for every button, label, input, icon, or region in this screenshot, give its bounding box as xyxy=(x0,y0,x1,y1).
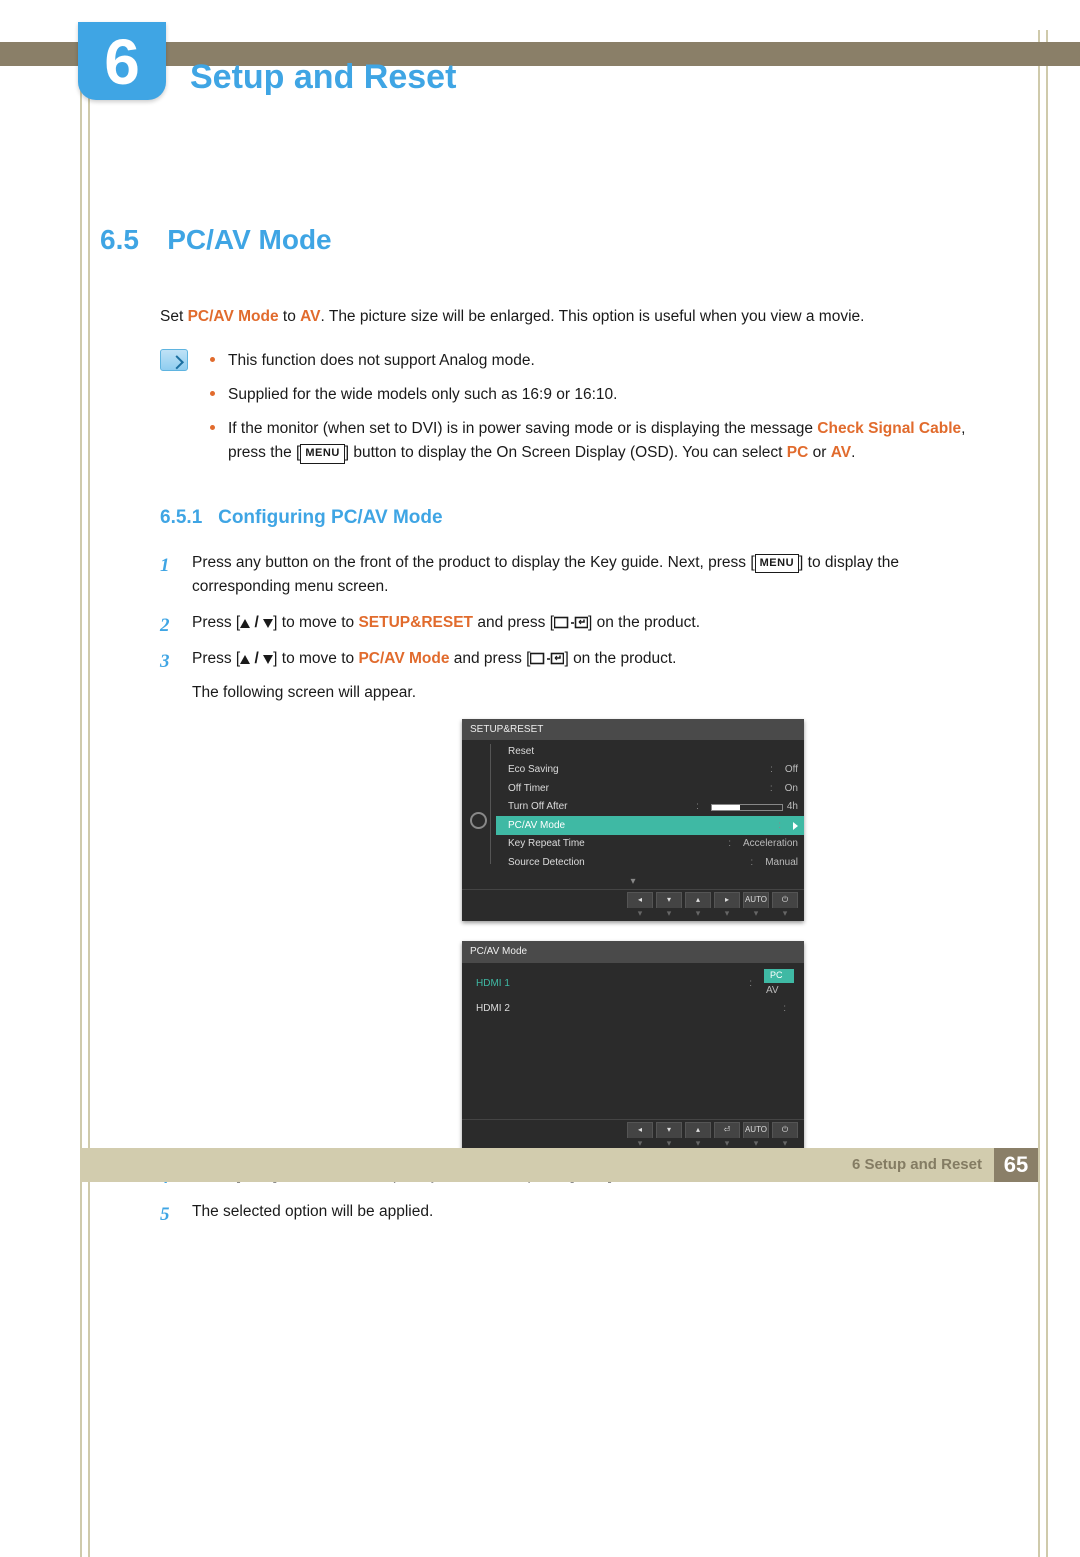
pcav-keyword: PC/AV Mode xyxy=(188,308,279,325)
osd-row: HDMI 1 :PCAV xyxy=(472,967,804,1000)
step-item: 3 Press [ / ] to move to PC/AV Mode and … xyxy=(160,647,985,1152)
step-item: 1 Press any button on the front of the p… xyxy=(160,551,985,599)
chapter-title: Setup and Reset xyxy=(190,58,456,97)
osd-row: Reset xyxy=(496,742,804,761)
osd-row-label: Off Timer xyxy=(508,781,549,797)
osd-screenshot-pcavmode: PC/AV Mode HDMI 1:PCAVHDMI 2: ◂▾▴⏎AUTO⏻ … xyxy=(462,941,804,1151)
osd-softkey: ▾ xyxy=(656,892,682,908)
step-item: 5 The selected option will be applied. xyxy=(160,1200,985,1224)
step-number: 5 xyxy=(160,1200,170,1229)
osd-softkey: ⏎ xyxy=(714,1122,740,1138)
section-title: PC/AV Mode xyxy=(167,224,331,255)
intro-paragraph: Set PC/AV Mode to AV. The picture size w… xyxy=(160,305,985,329)
osd-row-value: :PCAV xyxy=(749,968,794,999)
osd-screenshot-setupreset: SETUP&RESET ResetEco Saving:OffOff Timer… xyxy=(462,719,804,922)
down-icon xyxy=(263,619,273,628)
step-number: 3 xyxy=(160,647,170,676)
av-keyword: AV xyxy=(300,308,320,325)
page-number: 65 xyxy=(994,1148,1038,1182)
osd-title: PC/AV Mode xyxy=(462,941,804,963)
osd-softkey: ⏻ xyxy=(772,1122,798,1138)
osd-softkey: ▸ xyxy=(714,892,740,908)
osd-softkey: ⏻ xyxy=(772,892,798,908)
step-note: The following screen will appear. xyxy=(192,681,985,705)
pcavmode-keyword: PC/AV Mode xyxy=(358,650,449,667)
note-block: This function does not support Analog mo… xyxy=(160,349,985,475)
osd-row: Eco Saving :Off xyxy=(496,761,804,780)
osd-softkey: AUTO xyxy=(743,1122,769,1138)
osd-row-label: HDMI 1 xyxy=(476,976,510,992)
osd-row: Source Detection :Manual xyxy=(496,853,804,872)
gear-icon xyxy=(470,812,487,829)
footer-label: 6 Setup and Reset xyxy=(852,1156,982,1173)
chapter-header: 6 Setup and Reset xyxy=(0,30,1080,88)
osd-row-label: Eco Saving xyxy=(508,762,559,778)
note-item: If the monitor (when set to DVI) is in p… xyxy=(208,417,985,465)
margin-rule xyxy=(1046,30,1048,1557)
down-icon xyxy=(263,655,273,664)
pc-keyword: PC xyxy=(787,444,809,461)
osd-row: Key Repeat Time :Acceleration xyxy=(496,835,804,854)
enter-icon xyxy=(530,652,564,666)
osd-row: HDMI 2: xyxy=(472,1000,804,1018)
margin-rule xyxy=(88,30,90,1557)
osd-row-label: PC/AV Mode xyxy=(508,818,565,834)
up-icon xyxy=(240,619,250,628)
note-item: Supplied for the wide models only such a… xyxy=(208,383,985,407)
osd-row-value: :Off xyxy=(770,762,798,778)
menu-button-icon: MENU xyxy=(300,444,344,463)
osd-row-label: Turn Off After xyxy=(508,799,567,815)
osd-row-label: Source Detection xyxy=(508,855,585,871)
step-item: 2 Press [ / ] to move to SETUP&RESET and… xyxy=(160,611,985,635)
section-heading: 6.5 PC/AV Mode xyxy=(100,218,985,261)
osd-row-value: :Manual xyxy=(750,855,798,871)
note-icon xyxy=(160,349,188,371)
subsection-number: 6.5.1 xyxy=(160,507,202,528)
step-number: 1 xyxy=(160,551,170,580)
enter-icon xyxy=(554,616,588,630)
osd-softkey: ▾ xyxy=(656,1122,682,1138)
up-icon xyxy=(240,655,250,664)
osd-row-value: : 4h xyxy=(696,799,798,815)
av-keyword: AV xyxy=(831,444,851,461)
osd-softkey: ▴ xyxy=(685,892,711,908)
step-number: 2 xyxy=(160,611,170,640)
osd-title: SETUP&RESET xyxy=(462,719,804,741)
subsection-title: Configuring PC/AV Mode xyxy=(218,507,442,528)
osd-softkey: ◂ xyxy=(627,892,653,908)
note-item: This function does not support Analog mo… xyxy=(208,349,985,373)
osd-softkey: ◂ xyxy=(627,1122,653,1138)
osd-row: PC/AV Mode: xyxy=(496,816,804,835)
page-footer: 6 Setup and Reset 65 xyxy=(80,1148,1038,1182)
section-number: 6.5 xyxy=(100,224,139,255)
osd-softkey: AUTO xyxy=(743,892,769,908)
menu-button-icon: MENU xyxy=(755,554,799,573)
chapter-number-badge: 6 xyxy=(78,22,166,100)
setupreset-keyword: SETUP&RESET xyxy=(358,614,473,631)
osd-row-label: Key Repeat Time xyxy=(508,836,585,852)
osd-row: Turn Off After : 4h xyxy=(496,798,804,817)
osd-softkey: ▴ xyxy=(685,1122,711,1138)
osd-row-label: HDMI 2 xyxy=(476,1001,510,1017)
osd-row-label: Reset xyxy=(508,744,534,760)
subsection-heading: 6.5.1 Configuring PC/AV Mode xyxy=(160,503,985,532)
osd-row: Off Timer :On xyxy=(496,779,804,798)
osd-row-value: : xyxy=(783,1001,794,1017)
margin-rule xyxy=(80,30,82,1557)
check-cable-keyword: Check Signal Cable xyxy=(817,420,961,437)
osd-row-value: :Acceleration xyxy=(728,836,798,852)
osd-row-value: : xyxy=(778,818,798,834)
osd-row-value: :On xyxy=(770,781,798,797)
margin-rule xyxy=(1038,30,1040,1557)
